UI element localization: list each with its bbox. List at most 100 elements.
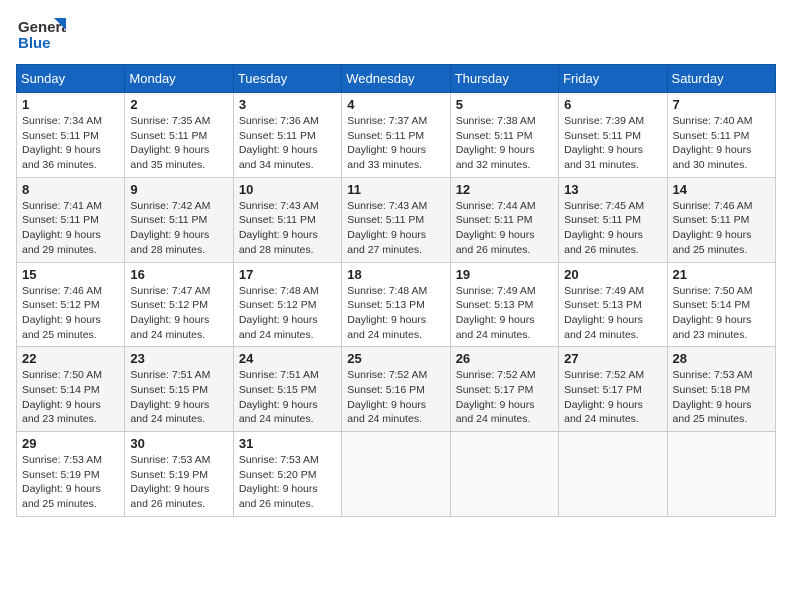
calendar-cell: 9Sunrise: 7:42 AMSunset: 5:11 PMDaylight… [125, 177, 233, 262]
day-number: 26 [456, 351, 553, 366]
day-number: 23 [130, 351, 227, 366]
day-number: 21 [673, 267, 770, 282]
day-number: 11 [347, 182, 444, 197]
day-detail: Sunrise: 7:43 AMSunset: 5:11 PMDaylight:… [239, 199, 336, 258]
calendar-cell: 25 Sunrise: 7:52 AMSunset: 5:16 PMDayligh… [342, 347, 450, 432]
day-detail: Sunrise: 7:50 AMSunset: 5:14 PMDaylight:… [673, 284, 770, 343]
day-number: 8 [22, 182, 119, 197]
calendar-cell: 15 Sunrise: 7:46 AMSunset: 5:12 PMDayligh… [17, 262, 125, 347]
calendar-cell: 27 Sunrise: 7:52 AMSunset: 5:17 PMDayligh… [559, 347, 667, 432]
calendar-cell: 21 Sunrise: 7:50 AMSunset: 5:14 PMDayligh… [667, 262, 775, 347]
calendar-cell: 18 Sunrise: 7:48 AMSunset: 5:13 PMDayligh… [342, 262, 450, 347]
logo: General Blue [16, 16, 66, 56]
week-row-2: 8 Sunrise: 7:41 AMSunset: 5:11 PMDaylight… [17, 177, 776, 262]
day-number: 5 [456, 97, 553, 112]
dow-header-sunday: Sunday [17, 65, 125, 93]
calendar-cell: 23Sunrise: 7:51 AMSunset: 5:15 PMDayligh… [125, 347, 233, 432]
day-number: 13 [564, 182, 661, 197]
calendar-cell: 10Sunrise: 7:43 AMSunset: 5:11 PMDayligh… [233, 177, 341, 262]
svg-text:Blue: Blue [18, 35, 51, 52]
day-number: 14 [673, 182, 770, 197]
week-row-1: 1 Sunrise: 7:34 AMSunset: 5:11 PMDaylight… [17, 93, 776, 178]
day-number: 16 [130, 267, 227, 282]
day-number: 22 [22, 351, 119, 366]
calendar-cell: 5 Sunrise: 7:38 AMSunset: 5:11 PMDaylight… [450, 93, 558, 178]
calendar-cell [450, 432, 558, 517]
day-detail: Sunrise: 7:53 AMSunset: 5:20 PMDaylight:… [239, 453, 336, 512]
dow-header-saturday: Saturday [667, 65, 775, 93]
day-detail: Sunrise: 7:51 AMSunset: 5:15 PMDaylight:… [239, 368, 336, 427]
day-detail: Sunrise: 7:41 AMSunset: 5:11 PMDaylight:… [22, 199, 119, 258]
calendar-cell: 13 Sunrise: 7:45 AMSunset: 5:11 PMDayligh… [559, 177, 667, 262]
day-detail: Sunrise: 7:47 AMSunset: 5:12 PMDaylight:… [130, 284, 227, 343]
dow-header-thursday: Thursday [450, 65, 558, 93]
day-number: 30 [130, 436, 227, 451]
day-detail: Sunrise: 7:52 AMSunset: 5:17 PMDaylight:… [564, 368, 661, 427]
dow-header-wednesday: Wednesday [342, 65, 450, 93]
calendar-cell: 11 Sunrise: 7:43 AMSunset: 5:11 PMDayligh… [342, 177, 450, 262]
day-number: 28 [673, 351, 770, 366]
calendar-cell: 14 Sunrise: 7:46 AMSunset: 5:11 PMDayligh… [667, 177, 775, 262]
dow-header-monday: Monday [125, 65, 233, 93]
day-detail: Sunrise: 7:35 AMSunset: 5:11 PMDaylight:… [130, 114, 227, 173]
day-detail: Sunrise: 7:53 AMSunset: 5:18 PMDaylight:… [673, 368, 770, 427]
day-detail: Sunrise: 7:49 AMSunset: 5:13 PMDaylight:… [564, 284, 661, 343]
calendar-cell: 31 Sunrise: 7:53 AMSunset: 5:20 PMDayligh… [233, 432, 341, 517]
calendar-cell: 22 Sunrise: 7:50 AMSunset: 5:14 PMDayligh… [17, 347, 125, 432]
calendar-cell: 29 Sunrise: 7:53 AMSunset: 5:19 PMDayligh… [17, 432, 125, 517]
day-detail: Sunrise: 7:40 AMSunset: 5:11 PMDaylight:… [673, 114, 770, 173]
day-detail: Sunrise: 7:34 AMSunset: 5:11 PMDaylight:… [22, 114, 119, 173]
day-detail: Sunrise: 7:52 AMSunset: 5:16 PMDaylight:… [347, 368, 444, 427]
day-of-week-header-row: SundayMondayTuesdayWednesdayThursdayFrid… [17, 65, 776, 93]
week-row-5: 29 Sunrise: 7:53 AMSunset: 5:19 PMDayligh… [17, 432, 776, 517]
calendar-cell: 19Sunrise: 7:49 AMSunset: 5:13 PMDayligh… [450, 262, 558, 347]
day-detail: Sunrise: 7:45 AMSunset: 5:11 PMDaylight:… [564, 199, 661, 258]
day-detail: Sunrise: 7:44 AMSunset: 5:11 PMDaylight:… [456, 199, 553, 258]
calendar-cell: 30 Sunrise: 7:53 AMSunset: 5:19 PMDayligh… [125, 432, 233, 517]
day-detail: Sunrise: 7:38 AMSunset: 5:11 PMDaylight:… [456, 114, 553, 173]
calendar-cell: 12 Sunrise: 7:44 AMSunset: 5:11 PMDayligh… [450, 177, 558, 262]
day-number: 7 [673, 97, 770, 112]
day-number: 4 [347, 97, 444, 112]
calendar-cell [342, 432, 450, 517]
day-number: 20 [564, 267, 661, 282]
calendar-cell: 20 Sunrise: 7:49 AMSunset: 5:13 PMDayligh… [559, 262, 667, 347]
calendar-cell: 8 Sunrise: 7:41 AMSunset: 5:11 PMDaylight… [17, 177, 125, 262]
calendar-cell: 17Sunrise: 7:48 AMSunset: 5:12 PMDayligh… [233, 262, 341, 347]
day-number: 25 [347, 351, 444, 366]
day-detail: Sunrise: 7:53 AMSunset: 5:19 PMDaylight:… [22, 453, 119, 512]
day-detail: Sunrise: 7:37 AMSunset: 5:11 PMDaylight:… [347, 114, 444, 173]
calendar-cell: 7 Sunrise: 7:40 AMSunset: 5:11 PMDaylight… [667, 93, 775, 178]
day-number: 6 [564, 97, 661, 112]
day-detail: Sunrise: 7:48 AMSunset: 5:12 PMDaylight:… [239, 284, 336, 343]
day-number: 15 [22, 267, 119, 282]
dow-header-tuesday: Tuesday [233, 65, 341, 93]
day-detail: Sunrise: 7:46 AMSunset: 5:12 PMDaylight:… [22, 284, 119, 343]
day-number: 18 [347, 267, 444, 282]
day-number: 2 [130, 97, 227, 112]
day-number: 24 [239, 351, 336, 366]
day-number: 27 [564, 351, 661, 366]
day-detail: Sunrise: 7:50 AMSunset: 5:14 PMDaylight:… [22, 368, 119, 427]
calendar-cell [559, 432, 667, 517]
calendar-cell: 28 Sunrise: 7:53 AMSunset: 5:18 PMDayligh… [667, 347, 775, 432]
day-number: 12 [456, 182, 553, 197]
week-row-4: 22 Sunrise: 7:50 AMSunset: 5:14 PMDayligh… [17, 347, 776, 432]
calendar-table: SundayMondayTuesdayWednesdayThursdayFrid… [16, 64, 776, 517]
day-number: 31 [239, 436, 336, 451]
calendar-cell: 16 Sunrise: 7:47 AMSunset: 5:12 PMDayligh… [125, 262, 233, 347]
calendar-cell: 4 Sunrise: 7:37 AMSunset: 5:11 PMDaylight… [342, 93, 450, 178]
calendar-cell [667, 432, 775, 517]
day-detail: Sunrise: 7:53 AMSunset: 5:19 PMDaylight:… [130, 453, 227, 512]
day-detail: Sunrise: 7:43 AMSunset: 5:11 PMDaylight:… [347, 199, 444, 258]
dow-header-friday: Friday [559, 65, 667, 93]
day-number: 19 [456, 267, 553, 282]
day-detail: Sunrise: 7:46 AMSunset: 5:11 PMDaylight:… [673, 199, 770, 258]
day-number: 1 [22, 97, 119, 112]
day-number: 29 [22, 436, 119, 451]
calendar-cell: 3Sunrise: 7:36 AMSunset: 5:11 PMDaylight… [233, 93, 341, 178]
day-detail: Sunrise: 7:48 AMSunset: 5:13 PMDaylight:… [347, 284, 444, 343]
day-number: 3 [239, 97, 336, 112]
day-detail: Sunrise: 7:52 AMSunset: 5:17 PMDaylight:… [456, 368, 553, 427]
calendar-cell: 24 Sunrise: 7:51 AMSunset: 5:15 PMDayligh… [233, 347, 341, 432]
